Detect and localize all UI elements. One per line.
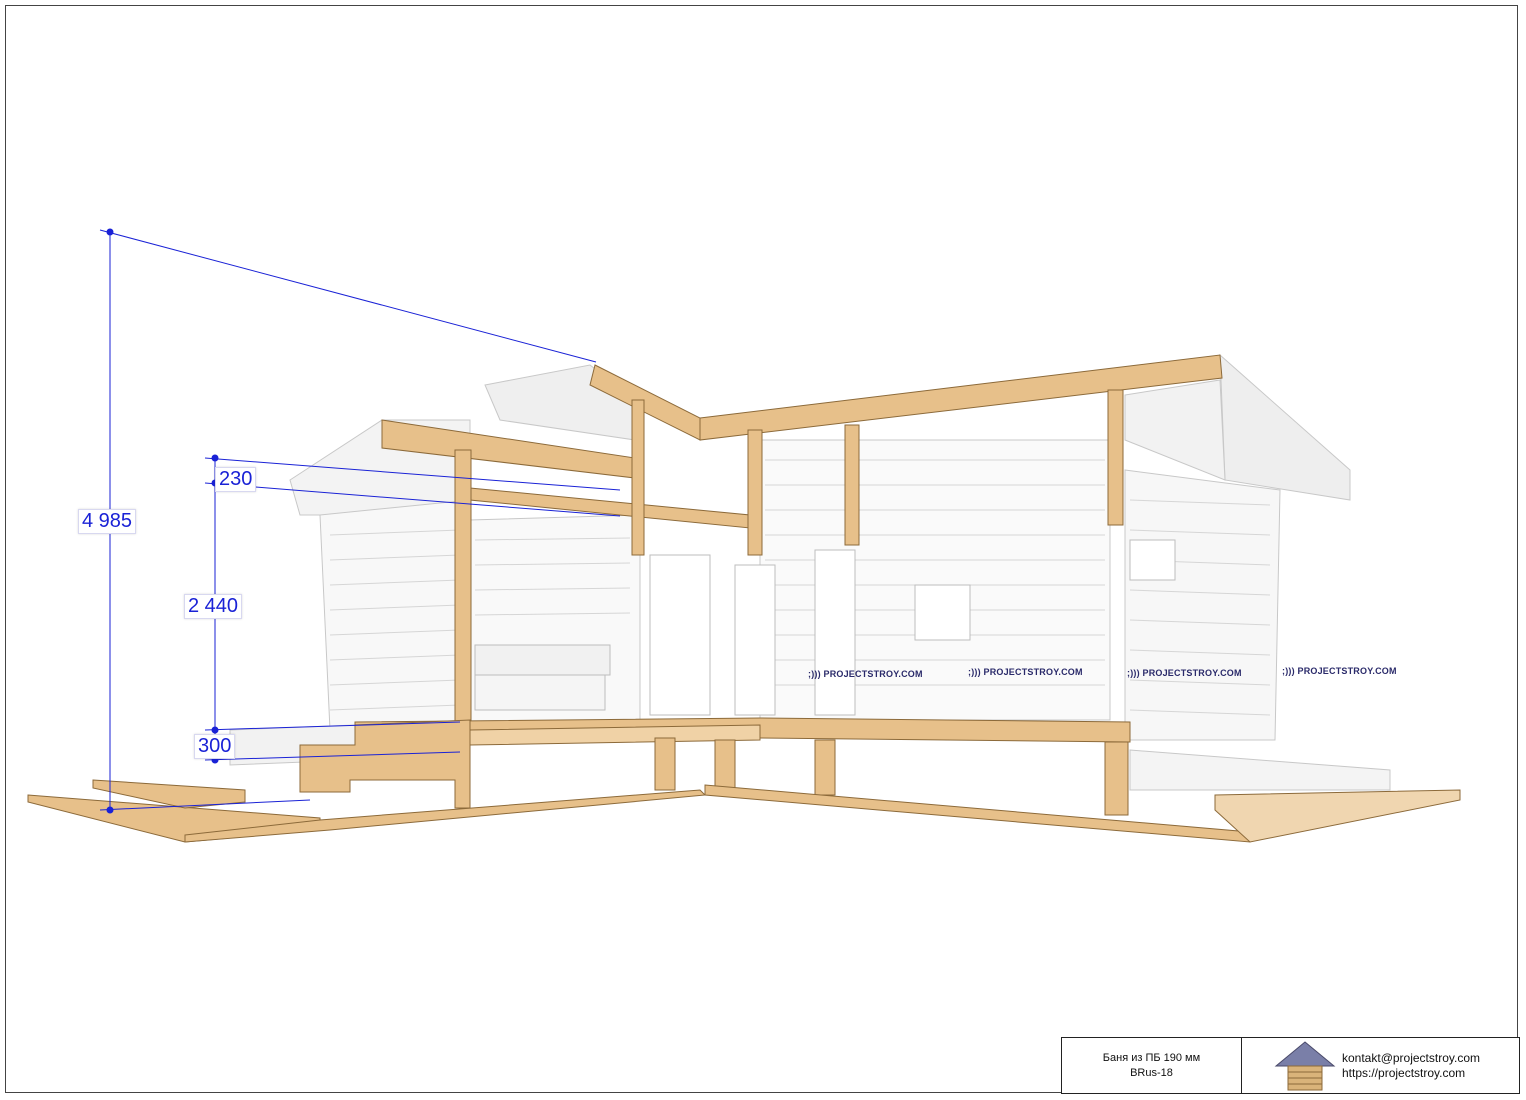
building-section-drawing — [27, 228, 1461, 843]
project-code: BRus-18 — [1130, 1066, 1173, 1079]
project-name: Баня из ПБ 190 мм — [1102, 1051, 1201, 1064]
title-block-contacts: kontakt@projectstroy.com https://project… — [1242, 1038, 1519, 1093]
dimension-total-height: 4 985 — [78, 509, 137, 534]
watermark: ;))) PROJECTSTROY.COM — [968, 667, 1083, 677]
dimension-beam-height: 230 — [215, 467, 257, 492]
title-block: Баня из ПБ 190 мм BRus-18 kontakt@projec… — [1061, 1037, 1520, 1094]
watermark: ;))) PROJECTSTROY.COM — [1282, 666, 1397, 676]
drawing-sheet: 4 985 230 2 440 300 ;))) PROJECTSTROY.CO… — [0, 0, 1526, 1100]
title-block-project: Баня из ПБ 190 мм BRus-18 — [1062, 1038, 1242, 1093]
watermark: ;))) PROJECTSTROY.COM — [808, 669, 923, 679]
contact-website: https://projectstroy.com — [1342, 1065, 1466, 1080]
dimension-foundation-height: 300 — [194, 734, 236, 759]
dimension-wall-height: 2 440 — [184, 594, 243, 619]
watermark: ;))) PROJECTSTROY.COM — [1127, 668, 1242, 678]
company-logo-icon — [1274, 1040, 1336, 1090]
contact-email: kontakt@projectstroy.com — [1342, 1050, 1481, 1065]
